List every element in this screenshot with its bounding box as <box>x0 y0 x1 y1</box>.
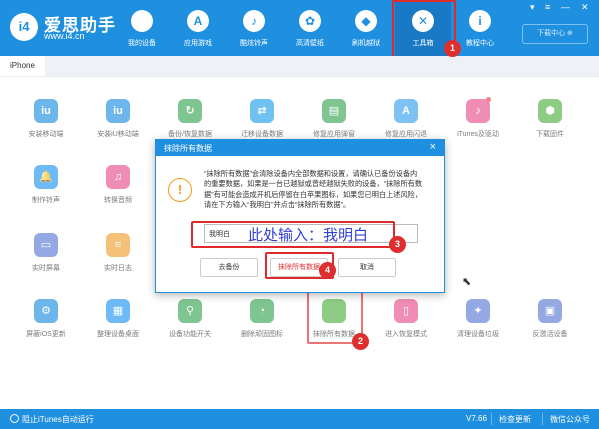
wifi-menu-icon[interactable]: ▾ <box>530 2 535 13</box>
flower-icon: ✿ <box>299 10 321 32</box>
info-icon: i <box>469 10 491 32</box>
step-badge-1: 1 <box>444 40 461 57</box>
warning-icon: ! <box>168 178 192 202</box>
step-badge-2: 2 <box>352 333 369 350</box>
wechat-link[interactable]: 微信公众号 <box>550 414 590 425</box>
app-store-icon: A <box>187 10 209 32</box>
nav-apps-games[interactable]: A 应用游戏 <box>170 0 226 56</box>
menu-icon[interactable]: ≡ <box>545 2 550 12</box>
download-center-button[interactable]: 下载中心 ⊕ <box>522 24 588 44</box>
input-hint-annotation: 此处输入：我明白 <box>248 226 369 244</box>
app-url: www.i4.cn <box>44 31 85 41</box>
device-tab-bar: iPhone <box>0 56 599 77</box>
bell-icon: ♪ <box>243 10 265 32</box>
radio-icon <box>10 414 19 423</box>
top-header: i4 爱思助手 www.i4.cn 我的设备 A 应用游戏 ♪ 酷炫铃声 ✿ 高… <box>0 0 599 56</box>
minimize-icon[interactable]: — <box>561 2 570 12</box>
nav-label: 我的设备 <box>128 40 156 47</box>
divider <box>542 413 543 425</box>
nav-my-device[interactable]: 我的设备 <box>114 0 170 56</box>
go-backup-button[interactable]: 去备份 <box>200 258 258 277</box>
dialog-title: 抹除所有数据 <box>164 144 212 153</box>
nav-flash-jailbreak[interactable]: ◆ 刷机越狱 <box>338 0 394 56</box>
apple-icon <box>131 10 153 32</box>
nav-label: 高清壁纸 <box>296 40 324 47</box>
nav-label: 应用游戏 <box>184 40 212 47</box>
nav-label: 酷炫铃声 <box>240 40 268 47</box>
tab-iphone[interactable]: iPhone <box>0 56 45 76</box>
check-update-link[interactable]: 检查更新 <box>499 414 531 425</box>
step-badge-4: 4 <box>319 262 336 279</box>
dialog-message: “抹除所有数据”会清除设备内全部数据和设置，请确认已备份设备内的重要数据，如果是… <box>204 169 423 209</box>
version-label: V7.66 <box>466 414 487 423</box>
mouse-cursor-icon: ⬉ <box>462 276 472 288</box>
status-bar: 阻止iTunes自动运行 V7.66 检查更新 微信公众号 <box>0 409 599 429</box>
divider <box>491 413 492 425</box>
dropbox-icon: ◆ <box>355 10 377 32</box>
itunes-toggle[interactable]: 阻止iTunes自动运行 <box>10 414 94 425</box>
cancel-button[interactable]: 取消 <box>338 258 396 277</box>
itunes-toggle-label: 阻止iTunes自动运行 <box>22 415 94 424</box>
dialog-title-bar: 抹除所有数据 × <box>156 140 444 156</box>
nav-ringtones[interactable]: ♪ 酷炫铃声 <box>226 0 282 56</box>
step-badge-3: 3 <box>389 236 406 253</box>
close-icon[interactable]: × <box>430 141 436 153</box>
nav-wallpapers[interactable]: ✿ 高清壁纸 <box>282 0 338 56</box>
logo-icon: i4 <box>10 13 38 41</box>
nav-label: 刷机越狱 <box>352 40 380 47</box>
close-icon[interactable]: ✕ <box>581 2 589 13</box>
